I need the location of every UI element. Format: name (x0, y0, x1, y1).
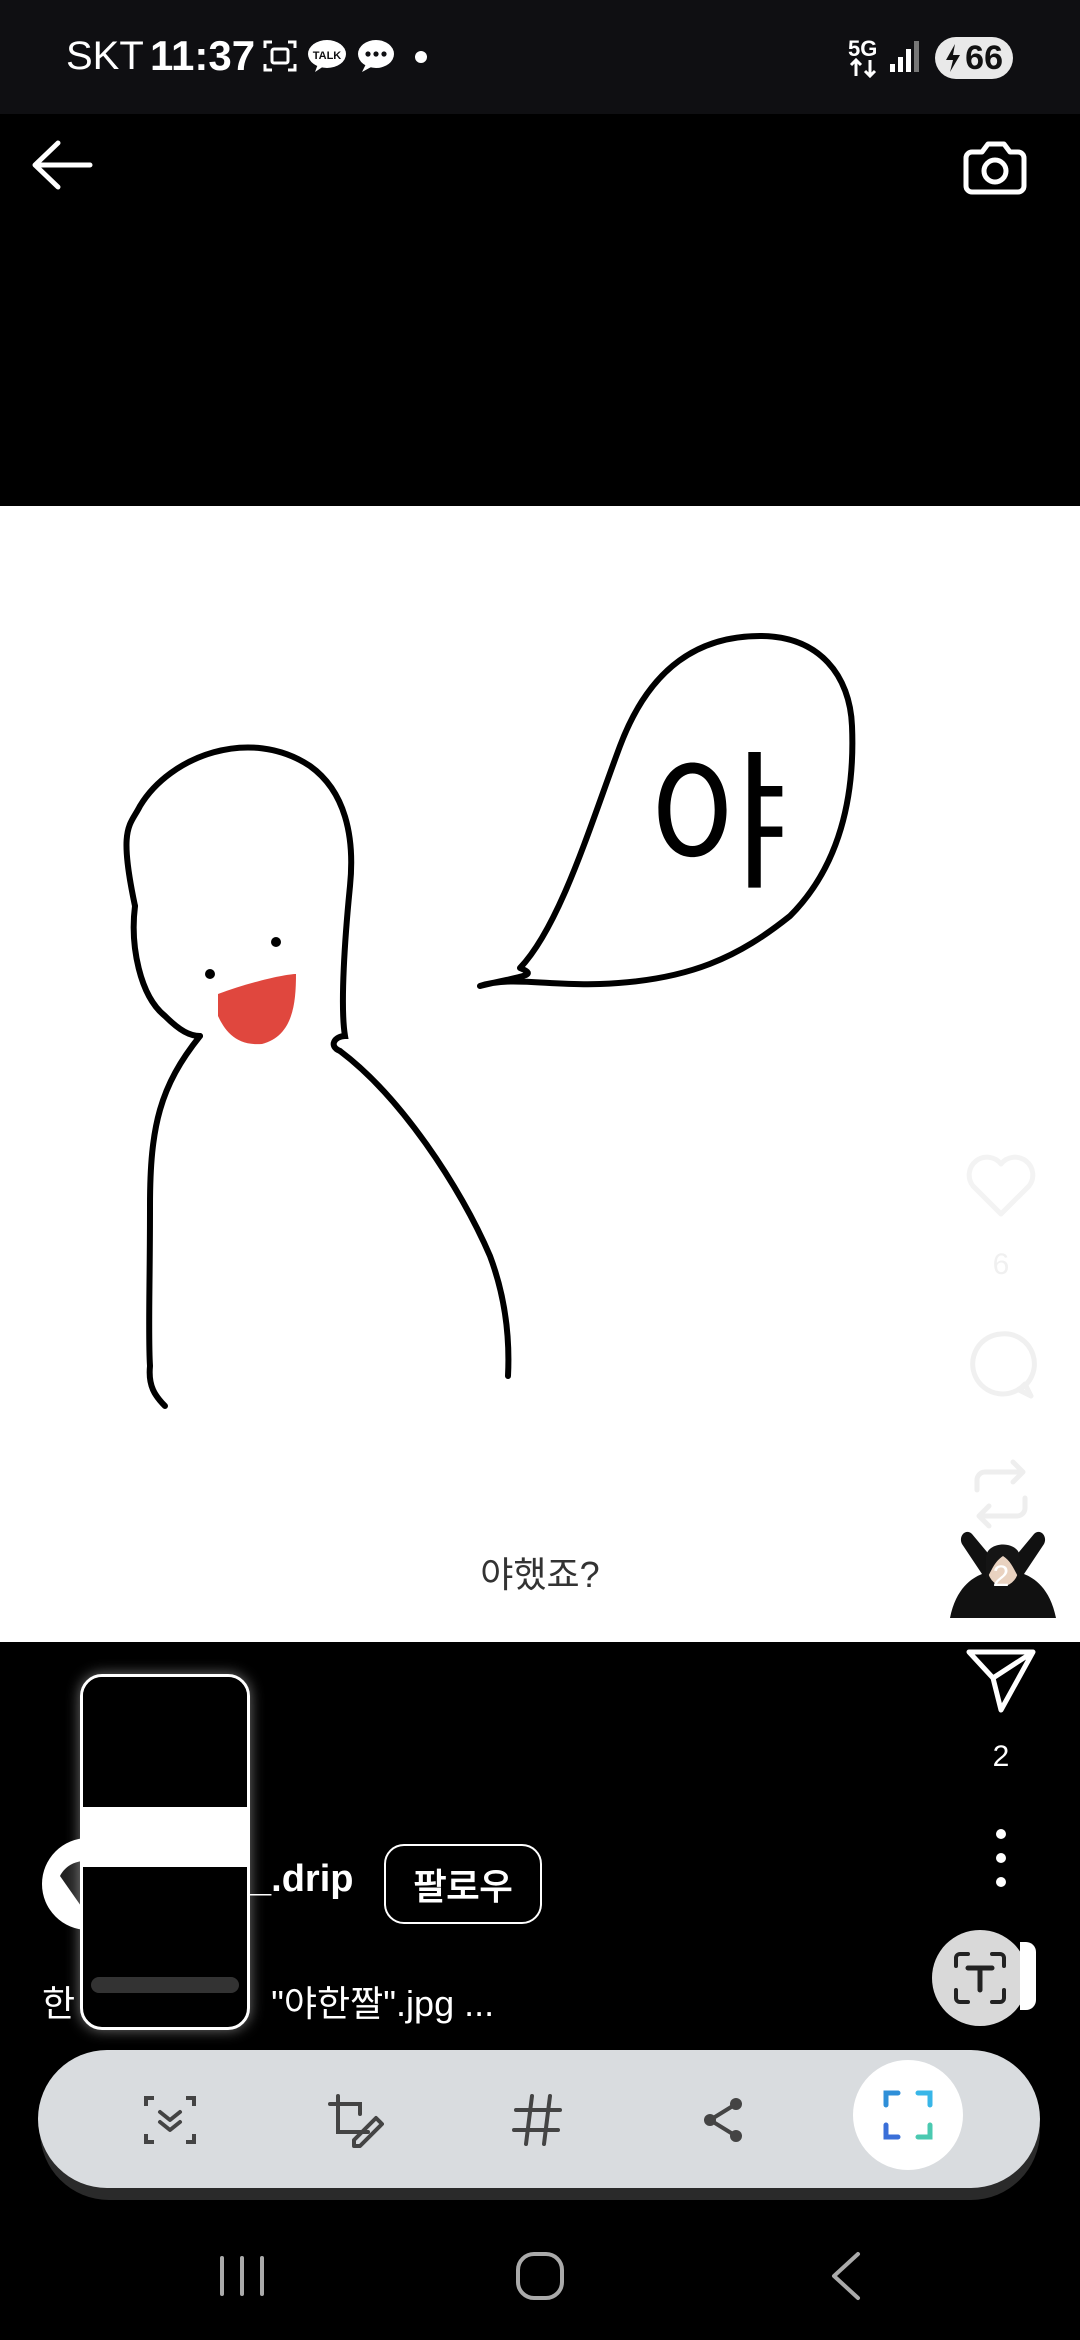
thumb-edge (1020, 1942, 1036, 2010)
battery-level: 66 (965, 38, 1003, 77)
dot-icon (415, 51, 427, 63)
screenshot-thumbnail[interactable] (80, 1674, 250, 2030)
svg-text:TALK: TALK (313, 50, 342, 62)
scroll-capture-button[interactable] (134, 2084, 206, 2156)
status-clock: 11:37 (150, 32, 256, 79)
battery-indicator: 66 (935, 37, 1013, 79)
text-recognition-icon (954, 1952, 1006, 2004)
bubble-text: 야 (649, 738, 787, 912)
recent-apps-icon[interactable] (214, 2254, 270, 2298)
post-image[interactable]: 야 야했죠? (0, 506, 1080, 1642)
charging-icon (946, 44, 960, 72)
camera-icon[interactable] (962, 136, 1030, 198)
tag-button[interactable] (502, 2084, 574, 2156)
back-nav-icon[interactable] (826, 2250, 866, 2302)
back-arrow-icon[interactable] (30, 140, 94, 190)
username[interactable]: _.drip (250, 1858, 353, 1901)
share-count: 2 (992, 1740, 1010, 1773)
like-count: 6 (992, 1248, 1010, 1281)
scan-button[interactable] (853, 2060, 963, 2170)
send-icon[interactable] (963, 1642, 1039, 1718)
kakaotalk-icon: TALK (308, 40, 346, 72)
data-arrows-icon (849, 58, 877, 78)
caption-start: 한 (42, 1983, 76, 2024)
carrier-label: SKT (66, 34, 144, 78)
scroll-capture-icon (144, 2096, 196, 2144)
screenshot-icon (263, 40, 297, 72)
more-options-icon[interactable] (963, 1820, 1039, 1896)
like-heart-icon[interactable] (963, 1148, 1039, 1224)
repost-count: 2 (992, 1560, 1010, 1593)
share-icon (704, 2098, 742, 2142)
chat-icon (358, 40, 394, 72)
caption-end: "야한짤".jpg ... (271, 1983, 495, 2024)
thumb-image (83, 1807, 247, 1867)
comment-icon[interactable] (963, 1326, 1039, 1402)
signal-icon (890, 41, 919, 72)
share-button[interactable] (688, 2084, 760, 2156)
post-header (0, 114, 1080, 506)
scan-icon (883, 2090, 933, 2140)
text-extract-button[interactable] (932, 1930, 1028, 2026)
network-type: 5G (848, 36, 878, 61)
edit-button[interactable] (318, 2084, 390, 2156)
thumb-header (83, 1677, 247, 1807)
home-icon[interactable] (514, 2250, 566, 2302)
image-caption: 야했죠? (480, 1554, 600, 1595)
follow-button[interactable]: 팔로우 (384, 1844, 542, 1924)
hashtag-icon (512, 2094, 562, 2146)
thumb-input (91, 1977, 239, 1993)
edit-crop-icon (328, 2094, 384, 2148)
character-drawing: 야 (123, 633, 856, 1409)
